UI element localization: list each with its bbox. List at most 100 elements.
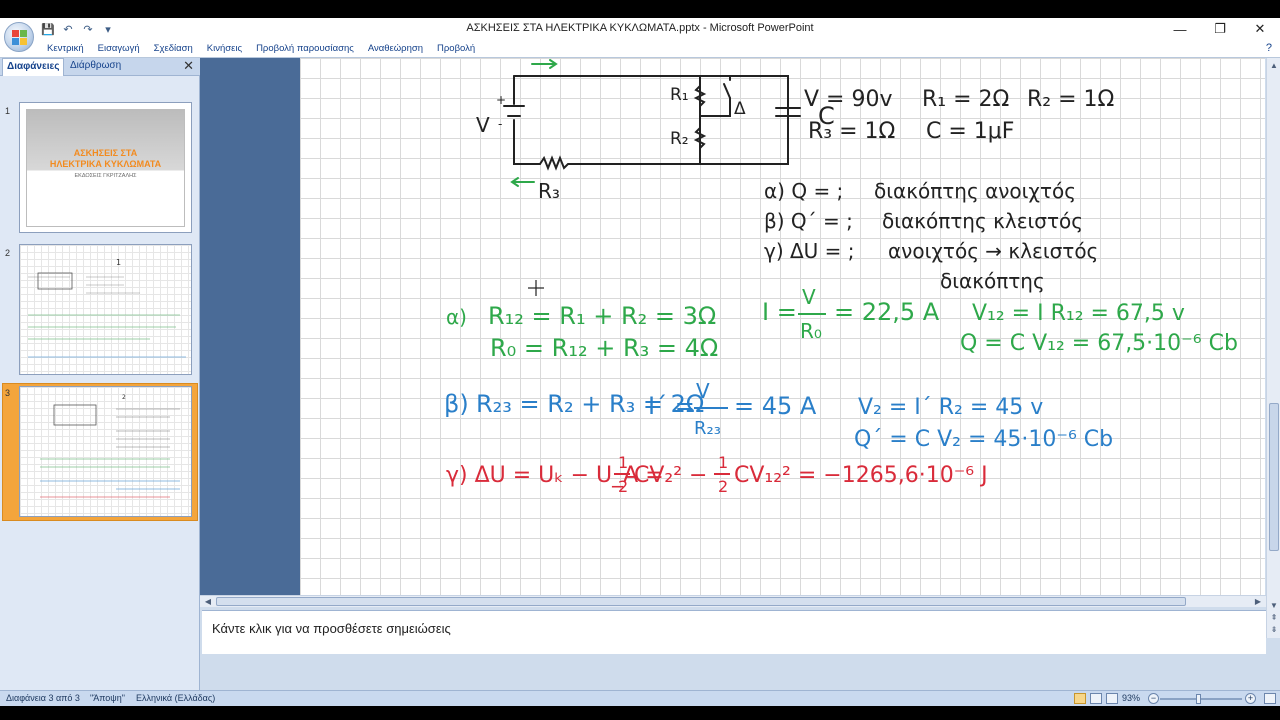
solution-c-mid1: CV₂² − [634,463,707,488]
horizontal-scroll-thumb[interactable] [216,597,1186,606]
current-arrow-bottom [510,177,535,187]
tab-slideshow[interactable]: Προβολή παρουσίασης [249,43,361,54]
question-a-label: α) Q = ; [764,179,843,203]
tab-outline[interactable]: Διάρθρωση [70,60,121,71]
label-delta: Δ [734,99,746,119]
given-r1: R₁ = 2Ω [922,87,1009,112]
solution-b-i-rhs: = 45 A [734,392,817,420]
zoom-slider-knob[interactable] [1196,694,1201,704]
slide-sorter-view-icon[interactable] [1090,693,1102,704]
switch-wire [699,97,731,117]
scroll-right-icon[interactable]: ▶ [1252,596,1264,607]
office-button[interactable] [4,22,34,52]
thumb2-label: 1 [116,258,121,267]
office-logo-icon [12,30,27,45]
tab-view[interactable]: Προβολή [430,43,482,54]
close-button[interactable]: ✕ [1240,18,1280,40]
label-plus: + [496,93,506,107]
normal-view-icon[interactable] [1074,693,1086,704]
zoom-in-button[interactable]: + [1245,693,1256,704]
solution-a-i-den: R₀ [800,319,822,343]
minimize-button[interactable]: — [1160,18,1200,40]
circuit-wire-left-bottom [513,119,541,165]
slide-pane-background [200,58,300,595]
question-c-text2: διακόπτης [940,269,1045,293]
fit-slide-icon[interactable] [1264,693,1276,704]
question-b-label: β) Q΄ = ; [764,209,853,233]
help-icon[interactable]: ? [1266,42,1272,54]
tab-review[interactable]: Αναθεώρηση [361,43,430,54]
solution-c-f1-num: 1 [618,453,628,472]
circuit-diagram [503,59,801,187]
tab-design[interactable]: Σχεδίαση [147,43,200,54]
resistor-r3 [539,155,701,171]
label-r1: R₁ [670,85,689,105]
solution-c: γ) ΔU = Uₖ − U_A = 1 2 CV₂² − 1 2 CV₁₂² … [446,453,988,496]
previous-slide-icon[interactable]: ⇞ [1268,612,1280,624]
solution-c-f2-den: 2 [718,477,728,496]
given-values: V = 90v R₁ = 2Ω R₂ = 1Ω R₃ = 1Ω C = 1μF [804,87,1114,144]
label-minus: - [498,117,502,131]
solution-a: α) R₁₂ = R₁ + R₂ = 3Ω R₀ = R₁₂ + R₃ = 4Ω… [446,285,1238,362]
thumb-title-line1: ΑΣΚΗΣΕΙΣ ΣΤΑ [73,148,138,158]
slides-panel: Διαφάνειες Διάρθρωση ✕ 1 ΑΣΚΗΣΕΙΣ ΣΤΑ ΗΛ… [0,58,200,690]
label-r2: R₂ [670,129,689,149]
notes-pane[interactable]: Κάντε κλικ για να προσθέσετε σημειώσεις [202,610,1266,654]
zoom-slider-track[interactable] [1160,698,1242,700]
questions: α) Q = ; διακόπτης ανοιχτός β) Q΄ = ; δι… [764,179,1098,293]
solution-b-label: β) [444,390,469,418]
slideshow-view-icon[interactable] [1106,693,1118,704]
question-a-text: διακόπτης ανοιχτός [874,179,1076,203]
solution-a-r0: R₀ = R₁₂ + R₃ = 4Ω [490,334,718,362]
question-c-label: γ) ΔU = ; [764,239,855,263]
status-theme[interactable]: "Άποψη" [90,693,125,703]
given-r2: R₂ = 1Ω [1027,87,1114,112]
question-b-text: διακόπτης κλειστός [882,209,1083,233]
solution-b-i-lhs: I΄ = [648,392,695,420]
status-language[interactable]: Ελληνικά (Ελλάδας) [136,693,215,703]
solution-a-label: α) [446,305,467,329]
ribbon: Κεντρική Εισαγωγή Σχεδίαση Κινήσεις Προβ… [0,40,1280,58]
question-c-text: ανοιχτός → κλειστός [888,239,1098,263]
slide-number: 1 [5,106,11,116]
notes-placeholder: Κάντε κλικ για να προσθέσετε σημειώσεις [212,621,451,636]
scroll-down-icon[interactable]: ▼ [1268,600,1280,612]
thumb3-label: 2 [122,394,126,401]
next-slide-icon[interactable]: ⇟ [1268,624,1280,636]
current-slide[interactable]: V + - R₁ R₂ R₃ Δ C V = 90v R₁ = 2Ω R₂ = … [300,58,1265,595]
thumb3-content: 2 [40,394,180,498]
solution-a-i-lhs: I = [762,298,797,326]
slide-thumbnail-3[interactable]: 2 [19,386,192,517]
circuit-wire-top [513,75,789,165]
zoom-level[interactable]: 93% [1122,693,1140,703]
solution-c-start: γ) ΔU = Uₖ − U_A = [446,463,664,488]
slide-thumbnail-1[interactable]: ΑΣΚΗΣΕΙΣ ΣΤΑ ΗΛΕΚΤΡΙΚΑ ΚΥΚΛΩΜΑΤΑ ΕΚΔΟΣΕΙ… [19,102,192,233]
vertical-scrollbar[interactable]: ▲ ▼ ⇞ ⇟ [1266,58,1280,638]
scroll-left-icon[interactable]: ◀ [202,596,214,607]
solution-c-mid2: CV₁₂² = −1265,6·10⁻⁶ J [734,463,988,488]
zoom-out-button[interactable]: − [1148,693,1159,704]
horizontal-scrollbar[interactable]: ◀ ▶ [200,595,1266,607]
slide-ink-layer: V + - R₁ R₂ R₃ Δ C V = 90v R₁ = 2Ω R₂ = … [444,59,1238,496]
tab-slides[interactable]: Διαφάνειες [2,58,65,76]
thumb-subtitle: ΕΚΔΟΣΕΙΣ ΓΚΡΙΤΖΑΛΗΣ [74,173,137,179]
maximize-button[interactable]: ❐ [1200,18,1240,40]
vertical-scroll-thumb[interactable] [1269,403,1279,551]
solution-b-i-den: R₂₃ [694,418,721,439]
tab-animations[interactable]: Κινήσεις [200,43,249,54]
solution-a-q: Q = C V₁₂ = 67,5·10⁻⁶ Cb [960,331,1238,356]
move-cursor-icon [528,280,544,296]
scroll-up-icon[interactable]: ▲ [1268,60,1280,72]
given-c: C = 1μF [926,119,1014,144]
solution-b-v2: V₂ = I΄ R₂ = 45 v [858,395,1043,420]
tab-insert[interactable]: Εισαγωγή [91,43,147,54]
panel-close-icon[interactable]: ✕ [183,58,194,74]
solution-a-r12: R₁₂ = R₁ + R₂ = 3Ω [488,302,716,330]
solution-b: β) R₂₃ = R₂ + R₃ = 2Ω I΄ = V R₂₃ = 45 A … [444,379,1113,452]
solution-a-i-rhs: = 22,5 A [834,298,940,326]
solution-b-i-num: V [696,379,710,403]
title-bar: 💾 ↶ ↷ ▾ ΑΣΚΗΣΕΙΣ ΣΤΑ ΗΛΕΚΤΡΙΚΑ ΚΥΚΛΩΜΑΤΑ… [0,18,1280,40]
slide-thumbnail-2[interactable]: 1 [19,244,192,375]
tab-home[interactable]: Κεντρική [40,43,91,54]
solution-a-i-num: V [802,285,816,309]
